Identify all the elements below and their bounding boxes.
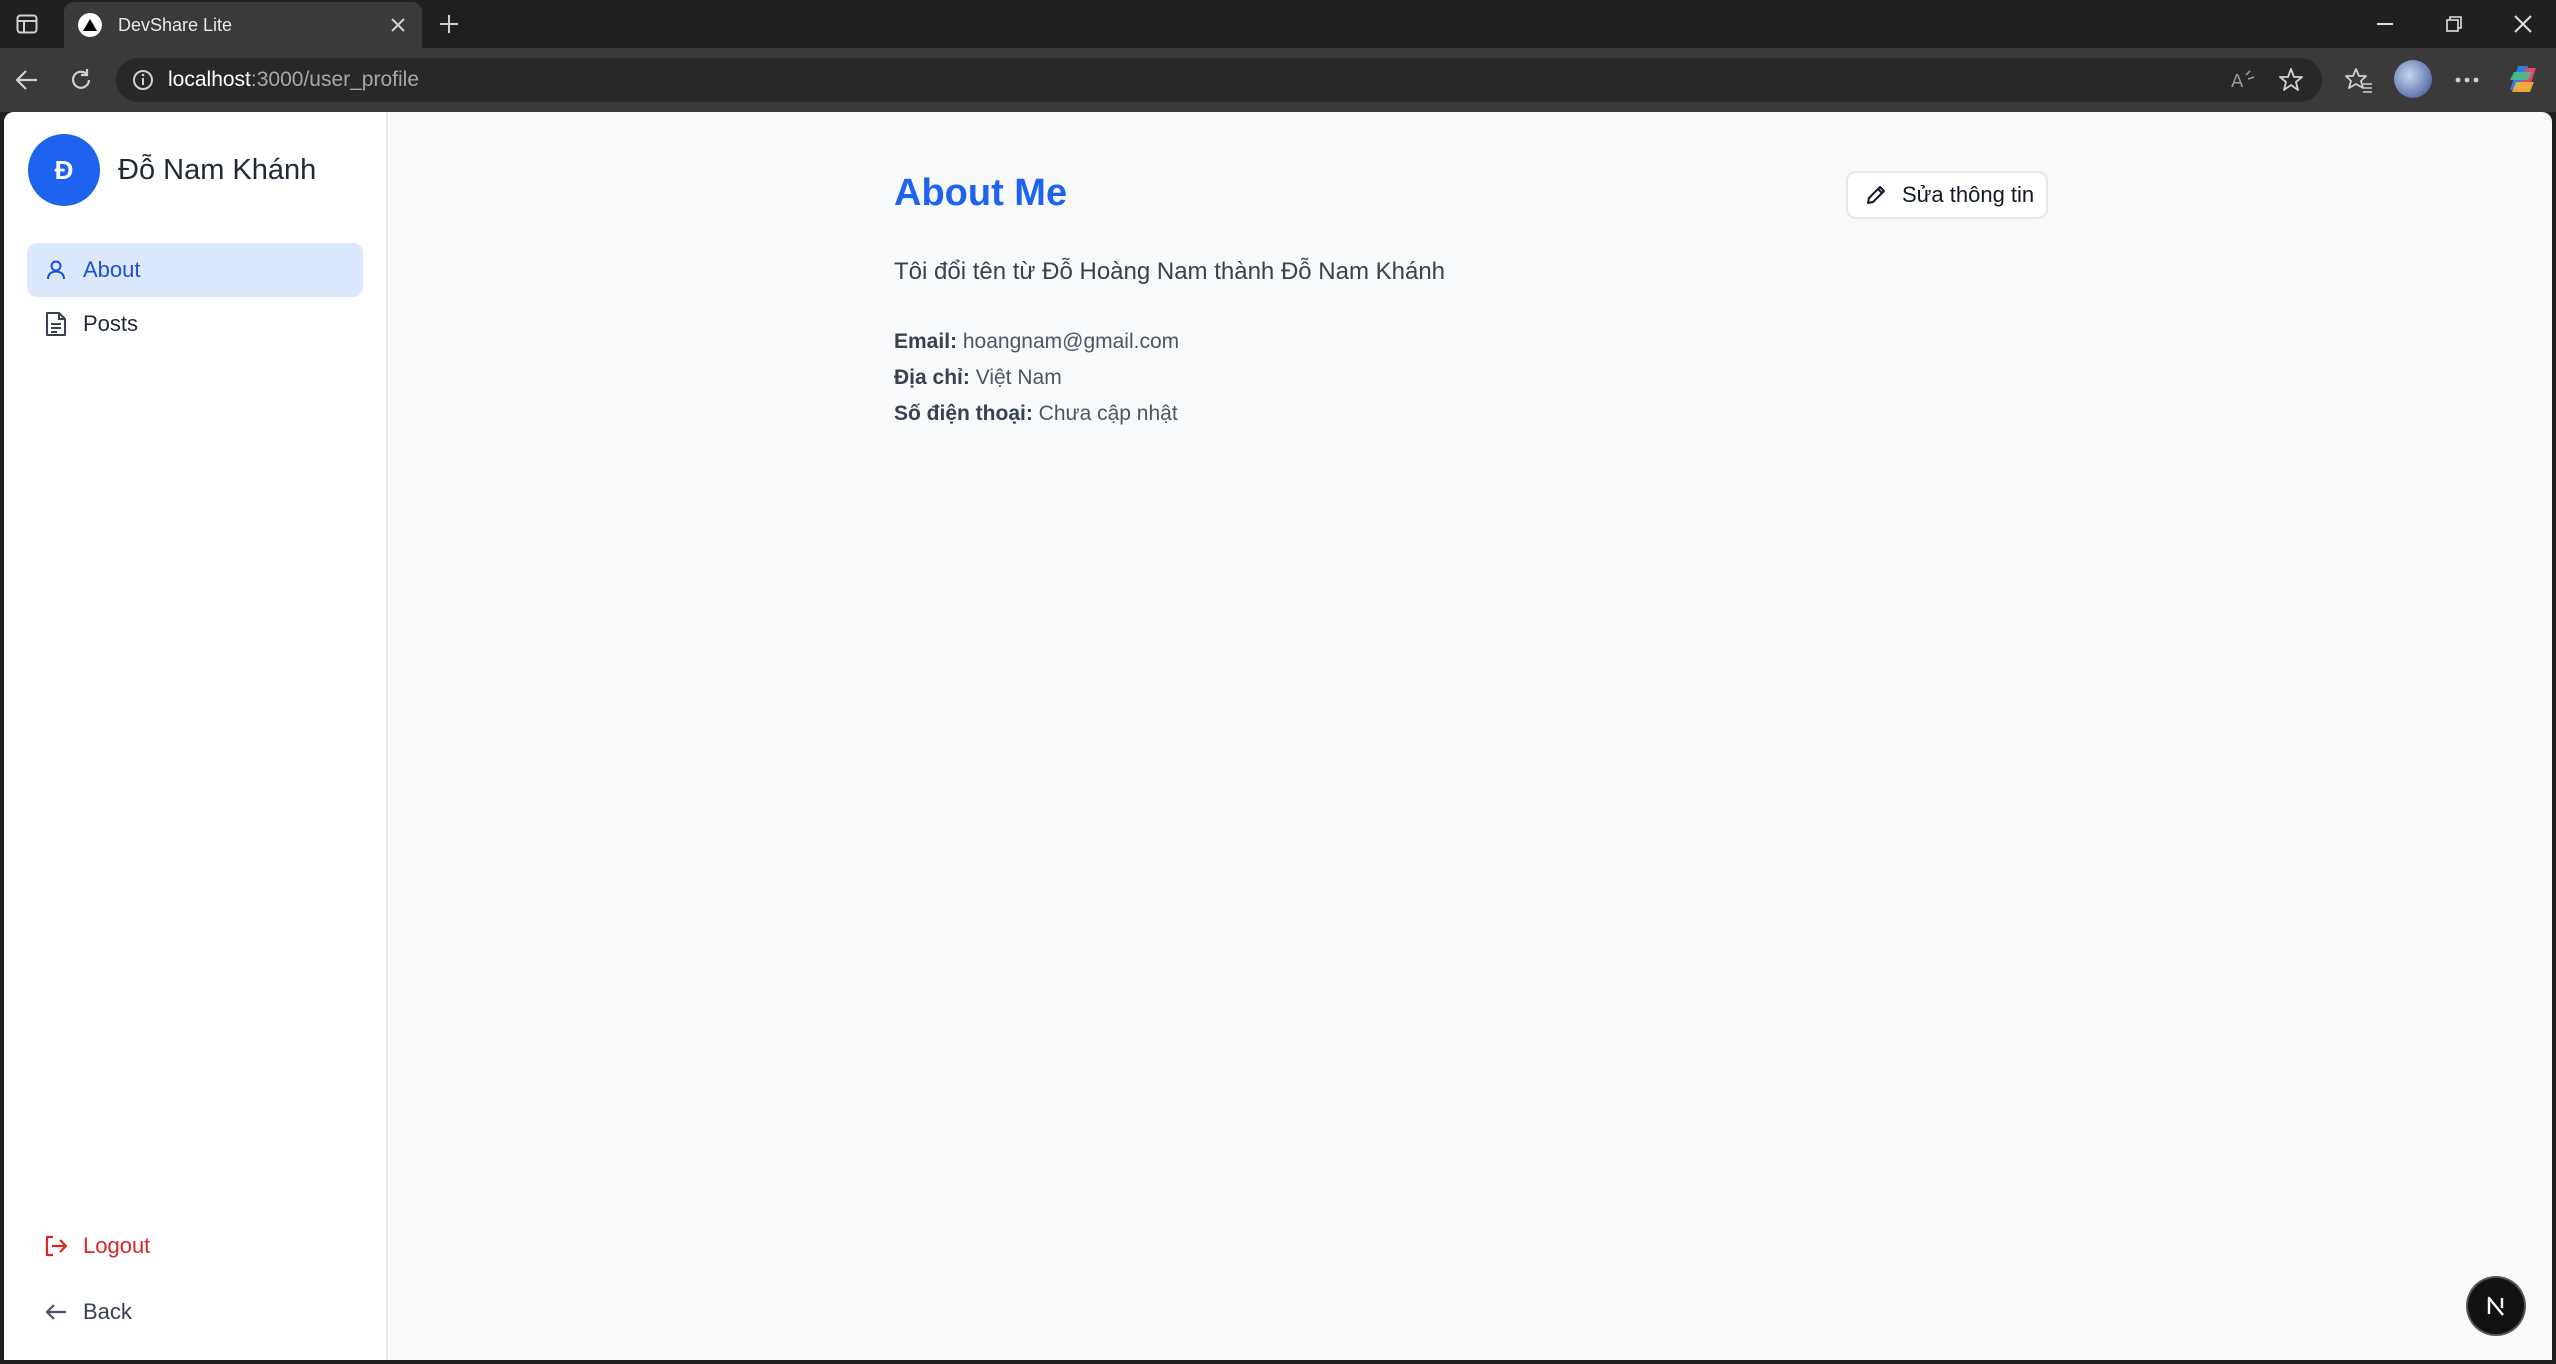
restore-icon[interactable] — [2419, 0, 2489, 48]
bio-text: Tôi đổi tên từ Đỗ Hoàng Nam thành Đỗ Nam… — [894, 258, 1446, 285]
address-label: Địa chỉ: — [894, 366, 970, 389]
reload-icon[interactable] — [62, 62, 100, 98]
close-icon[interactable] — [382, 9, 414, 41]
email-value: hoangnam@gmail.com — [962, 330, 1180, 353]
pencil-icon — [1864, 183, 1888, 207]
page-viewport: Đ Đỗ Nam Khánh About Posts Logout Back A… — [4, 112, 2552, 1360]
svg-text:A: A — [2231, 71, 2244, 91]
avatar: Đ — [28, 134, 100, 206]
edit-button-label: Sửa thông tin — [1902, 182, 2035, 207]
address-row: Địa chỉ: Việt Nam — [894, 366, 1062, 390]
profile-avatar[interactable] — [2394, 60, 2432, 98]
back-button[interactable]: Back — [27, 1285, 363, 1339]
more-icon[interactable] — [2448, 62, 2486, 98]
phone-value: Chưa cập nhật — [1038, 402, 1178, 425]
info-icon[interactable] — [130, 67, 156, 93]
sidebar: Đ Đỗ Nam Khánh About Posts Logout Back — [4, 112, 388, 1360]
minimize-icon[interactable] — [2350, 0, 2420, 48]
logout-icon — [43, 1233, 69, 1259]
logout-label: Logout — [83, 1233, 151, 1258]
sidebar-toggle-icon[interactable] — [10, 10, 44, 38]
page-title: About Me — [894, 172, 1068, 214]
email-label: Email: — [894, 330, 958, 353]
url-host: localhost — [168, 68, 251, 91]
user-icon — [43, 257, 69, 283]
read-aloud-icon[interactable]: A — [2226, 64, 2260, 96]
back-label: Back — [83, 1299, 132, 1324]
url-text[interactable]: localhost:3000/user_profile — [168, 68, 419, 92]
phone-label: Số điện thoại: — [894, 402, 1033, 425]
document-icon — [43, 311, 69, 337]
browser-tab[interactable]: DevShare Lite — [64, 2, 422, 48]
url-path: :3000/user_profile — [250, 68, 420, 91]
plus-icon[interactable] — [432, 8, 466, 40]
address-value: Việt Nam — [975, 366, 1062, 389]
favorites-icon[interactable] — [2340, 62, 2378, 98]
arrow-left-icon — [43, 1299, 69, 1325]
nextjs-dev-badge[interactable] — [2468, 1278, 2524, 1334]
copilot-icon[interactable] — [2504, 60, 2542, 98]
sidebar-item-label: Posts — [83, 311, 139, 336]
browser-tab-bar: DevShare Lite — [0, 0, 2556, 48]
tab-title: DevShare Lite — [118, 14, 233, 35]
sidebar-item-about[interactable]: About — [27, 243, 363, 297]
edit-profile-button[interactable]: Sửa thông tin — [1846, 171, 2048, 219]
email-row: Email: hoangnam@gmail.com — [894, 330, 1179, 354]
username: Đỗ Nam Khánh — [118, 153, 317, 186]
close-window-icon[interactable] — [2488, 0, 2556, 48]
sidebar-item-posts[interactable]: Posts — [27, 297, 363, 351]
sidebar-item-label: About — [83, 257, 141, 282]
phone-row: Số điện thoại: Chưa cập nhật — [894, 402, 1178, 426]
browser-toolbar: localhost:3000/user_profile A — [0, 48, 2556, 112]
address-bar[interactable]: localhost:3000/user_profile A — [116, 58, 2322, 102]
user-header: Đ Đỗ Nam Khánh — [28, 134, 316, 206]
nextjs-favicon-icon — [78, 13, 102, 37]
star-icon[interactable] — [2274, 64, 2308, 96]
logout-button[interactable]: Logout — [27, 1219, 363, 1273]
main-content: About Me Sửa thông tin Tôi đổi tên từ Đỗ… — [386, 112, 2552, 1360]
back-arrow-icon[interactable] — [8, 62, 46, 98]
